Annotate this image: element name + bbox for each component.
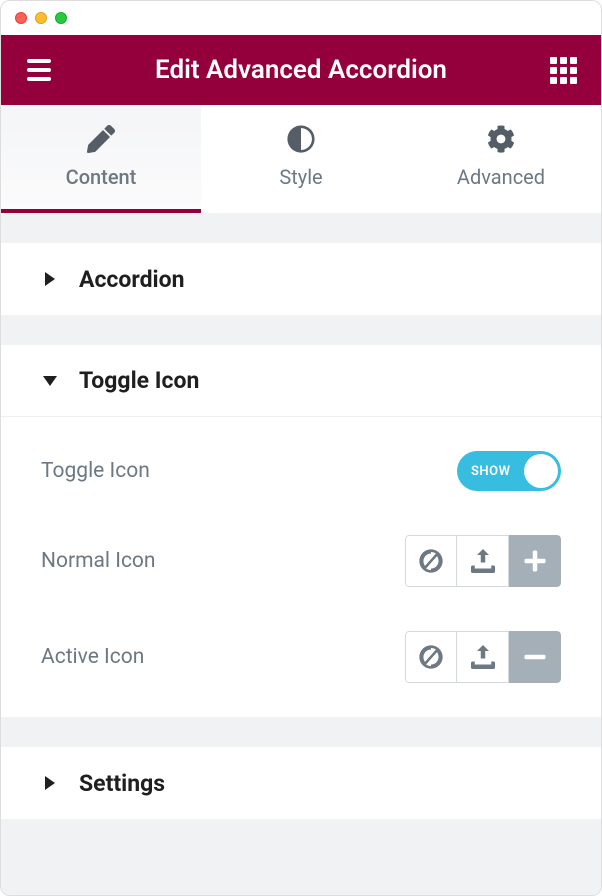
row-toggle-icon-switch: Toggle Icon SHOW: [1, 429, 601, 513]
section-header-accordion[interactable]: Accordion: [1, 243, 601, 315]
spacer: [1, 213, 601, 243]
normal-icon-picker: [405, 535, 561, 587]
section-settings: Settings: [1, 747, 601, 819]
active-icon-none-button[interactable]: [405, 631, 457, 683]
upload-icon: [471, 645, 495, 669]
tab-advanced[interactable]: Advanced: [401, 105, 601, 213]
tabs: Content Style Advanced: [1, 105, 601, 213]
row-normal-icon: Normal Icon: [1, 513, 601, 609]
caret-right-icon: [43, 776, 57, 790]
section-toggle-icon: Toggle Icon Toggle Icon SHOW Normal Icon: [1, 345, 601, 717]
row-active-icon: Active Icon: [1, 609, 601, 705]
tab-style[interactable]: Style: [201, 105, 401, 213]
mac-titlebar: [1, 1, 601, 35]
section-header-toggle-icon[interactable]: Toggle Icon: [1, 345, 601, 417]
mac-minimize-dot[interactable]: [35, 12, 47, 24]
minus-icon: [523, 645, 547, 669]
page-title: Edit Advanced Accordion: [55, 55, 547, 85]
gear-icon: [487, 125, 515, 153]
section-title: Accordion: [79, 266, 185, 293]
row-label: Toggle Icon: [41, 459, 150, 483]
toggle-icon-switch[interactable]: SHOW: [457, 451, 561, 491]
editor-header: Edit Advanced Accordion: [1, 35, 601, 105]
ban-icon: [419, 549, 443, 573]
adjust-icon: [287, 125, 315, 153]
normal-icon-upload-button[interactable]: [457, 535, 509, 587]
upload-icon: [471, 549, 495, 573]
tab-label: Style: [279, 165, 322, 189]
active-icon-selected-button[interactable]: [509, 631, 561, 683]
hamburger-icon: [27, 59, 51, 81]
section-body-toggle-icon: Toggle Icon SHOW Normal Icon: [1, 417, 601, 717]
normal-icon-none-button[interactable]: [405, 535, 457, 587]
pencil-icon: [87, 125, 115, 153]
mac-maximize-dot[interactable]: [55, 12, 67, 24]
switch-knob: [524, 454, 558, 488]
caret-right-icon: [43, 272, 57, 286]
active-icon-picker: [405, 631, 561, 683]
menu-button[interactable]: [23, 54, 55, 86]
ban-icon: [419, 645, 443, 669]
row-label: Active Icon: [41, 645, 144, 669]
widgets-button[interactable]: [547, 54, 579, 86]
caret-down-icon: [43, 376, 57, 386]
normal-icon-selected-button[interactable]: [509, 535, 561, 587]
plus-icon: [523, 549, 547, 573]
tab-content[interactable]: Content: [1, 105, 201, 213]
bottom-fill: [1, 819, 601, 895]
tab-label: Content: [66, 165, 137, 189]
section-title: Settings: [79, 770, 165, 797]
row-label: Normal Icon: [41, 549, 156, 573]
grid-icon: [550, 57, 577, 84]
section-title: Toggle Icon: [79, 367, 199, 394]
mac-close-dot[interactable]: [15, 12, 27, 24]
active-icon-upload-button[interactable]: [457, 631, 509, 683]
spacer: [1, 717, 601, 747]
switch-label: SHOW: [471, 464, 511, 479]
section-header-settings[interactable]: Settings: [1, 747, 601, 819]
spacer: [1, 315, 601, 345]
section-accordion: Accordion: [1, 243, 601, 315]
tab-label: Advanced: [457, 165, 545, 189]
